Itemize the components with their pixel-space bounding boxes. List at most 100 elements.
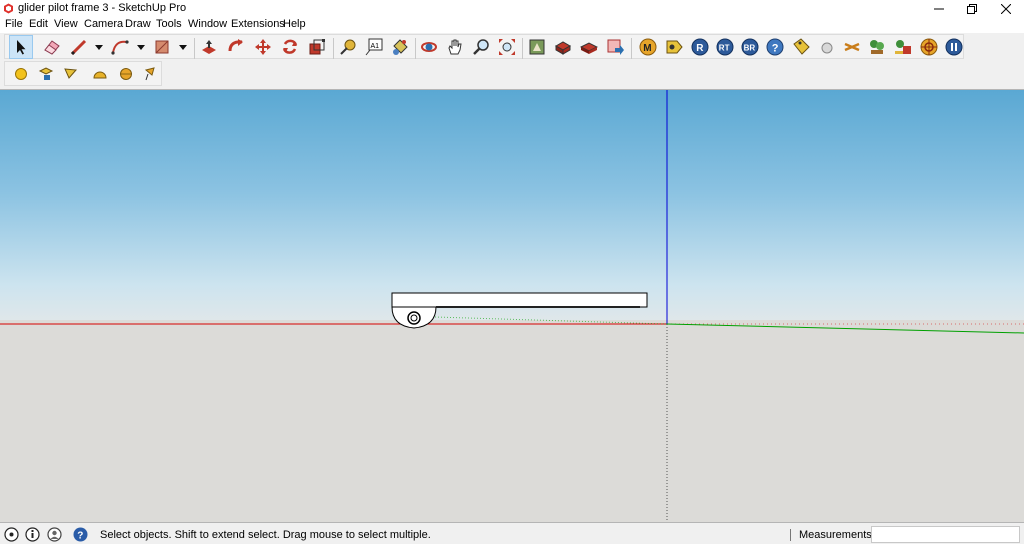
plugin-m-button[interactable]: M <box>636 35 660 59</box>
select-tool-button[interactable] <box>9 35 33 59</box>
tag-tool-button[interactable] <box>789 35 813 59</box>
close-button[interactable] <box>989 0 1023 17</box>
main-toolbar-panel: A1 M R RT BR ? <box>4 34 964 59</box>
sandbox-tool-button[interactable] <box>58 62 82 86</box>
menu-extensions[interactable]: Extensions <box>231 18 285 31</box>
pan-tool-button[interactable] <box>443 35 467 59</box>
menu-window[interactable]: Window <box>188 18 227 31</box>
3d-warehouse-button[interactable] <box>525 35 549 59</box>
user-account-icon[interactable] <box>47 527 62 542</box>
pause-button[interactable] <box>942 35 966 59</box>
main-toolbar: A1 M R RT BR ? <box>0 33 1024 60</box>
credits-icon[interactable] <box>25 527 40 542</box>
pencil-icon <box>70 39 87 56</box>
br-badge-icon: BR <box>741 38 759 56</box>
rectangle-dropdown-button[interactable] <box>178 35 188 59</box>
dome-tool-button[interactable] <box>88 62 112 86</box>
scale-icon <box>309 39 325 55</box>
push-pull-icon <box>202 40 216 54</box>
menu-tools[interactable]: Tools <box>156 18 182 31</box>
plugin-r-button[interactable]: R <box>688 35 712 59</box>
extension-warehouse-button[interactable] <box>577 35 601 59</box>
menu-file[interactable]: File <box>5 18 23 31</box>
secondary-toolbar-panel <box>4 61 162 86</box>
follow-me-tool-button[interactable] <box>224 35 248 59</box>
help-button[interactable]: ? <box>763 35 787 59</box>
plugin-x-button[interactable] <box>840 35 864 59</box>
menu-view[interactable]: View <box>54 18 78 31</box>
secondary-toolbar <box>0 60 1024 88</box>
toolbar-separator <box>522 38 523 59</box>
measurements-label: Measurements <box>799 529 872 541</box>
location-tool-button[interactable] <box>34 62 58 86</box>
zoom-magnifier-icon <box>473 39 489 55</box>
components-button[interactable] <box>551 35 575 59</box>
arc-dropdown-button[interactable] <box>136 35 146 59</box>
zoom-extents-icon <box>499 39 515 55</box>
arc-tool-button[interactable] <box>108 35 132 59</box>
paint-bucket-icon <box>393 39 408 55</box>
warehouse-icon <box>529 39 545 55</box>
svg-text:A1: A1 <box>371 43 380 50</box>
pause-icon <box>945 38 963 56</box>
sphere-tool-button[interactable] <box>815 35 839 59</box>
glider-beam <box>391 292 648 308</box>
pencil-dropdown-button[interactable] <box>94 35 104 59</box>
plugin-rt-button[interactable]: RT <box>713 35 737 59</box>
zoom-extents-tool-button[interactable] <box>495 35 519 59</box>
toolbar-separator <box>415 38 416 59</box>
menu-help[interactable]: Help <box>283 18 306 31</box>
rectangle-tool-button[interactable] <box>150 35 174 59</box>
menu-camera[interactable]: Camera <box>84 18 123 31</box>
tree-icon <box>870 40 884 54</box>
rectangle-icon <box>155 40 169 54</box>
tape-measure-tool-button[interactable] <box>336 35 360 59</box>
flag-icon <box>144 67 155 81</box>
target-tool-button[interactable] <box>917 35 941 59</box>
text-tool-button[interactable]: A1 <box>362 35 386 59</box>
eraser-tool-button[interactable] <box>40 35 64 59</box>
plugin-landscape-button[interactable] <box>891 35 915 59</box>
menu-bar: File Edit View Camera Draw Tools Window … <box>0 17 1024 33</box>
glider-wheel <box>407 311 421 325</box>
flag-tool-button[interactable] <box>138 62 162 86</box>
window-title: glider pilot frame 3 - SketchUp Pro <box>18 2 187 14</box>
plugin-glasses-button[interactable] <box>662 35 686 59</box>
rotate-tool-button[interactable] <box>278 35 302 59</box>
send-to-layout-button[interactable] <box>603 35 627 59</box>
minimize-icon <box>934 8 944 9</box>
sphere-icon <box>821 42 833 54</box>
plugin-br-button[interactable]: BR <box>738 35 762 59</box>
sphere-solid-icon <box>120 68 132 80</box>
tape-measure-icon <box>340 39 356 55</box>
move-tool-button[interactable] <box>251 35 275 59</box>
pencil-tool-button[interactable] <box>67 35 91 59</box>
menu-edit[interactable]: Edit <box>29 18 48 31</box>
rt-badge-icon: RT <box>716 38 734 56</box>
orbit-tool-button[interactable] <box>417 35 441 59</box>
instructor-help-icon[interactable]: ? <box>73 527 88 542</box>
chevron-down-icon <box>179 44 187 50</box>
measurements-separator <box>790 529 791 541</box>
menu-draw[interactable]: Draw <box>125 18 151 31</box>
minimize-button[interactable] <box>922 0 956 17</box>
push-pull-tool-button[interactable] <box>197 35 221 59</box>
scale-tool-button[interactable] <box>305 35 329 59</box>
dome-icon <box>93 71 107 79</box>
green-axis <box>666 323 1024 334</box>
rotate-icon <box>282 39 298 54</box>
status-message: Select objects. Shift to extend select. … <box>100 529 431 541</box>
paint-bucket-tool-button[interactable] <box>388 35 412 59</box>
landscape-icon <box>895 40 911 54</box>
zoom-tool-button[interactable] <box>469 35 493 59</box>
georeference-icon[interactable] <box>4 527 19 542</box>
sun-tool-button[interactable] <box>9 62 33 86</box>
3d-viewport[interactable] <box>0 89 1024 523</box>
sketchup-logo-icon <box>4 3 13 14</box>
sphere-solid-tool-button[interactable] <box>114 62 138 86</box>
measurements-input[interactable] <box>871 526 1020 543</box>
glider-model[interactable] <box>391 292 648 329</box>
plugin-tree-button[interactable] <box>865 35 889 59</box>
restore-button[interactable] <box>955 0 989 17</box>
green-axis-negative <box>434 316 668 325</box>
